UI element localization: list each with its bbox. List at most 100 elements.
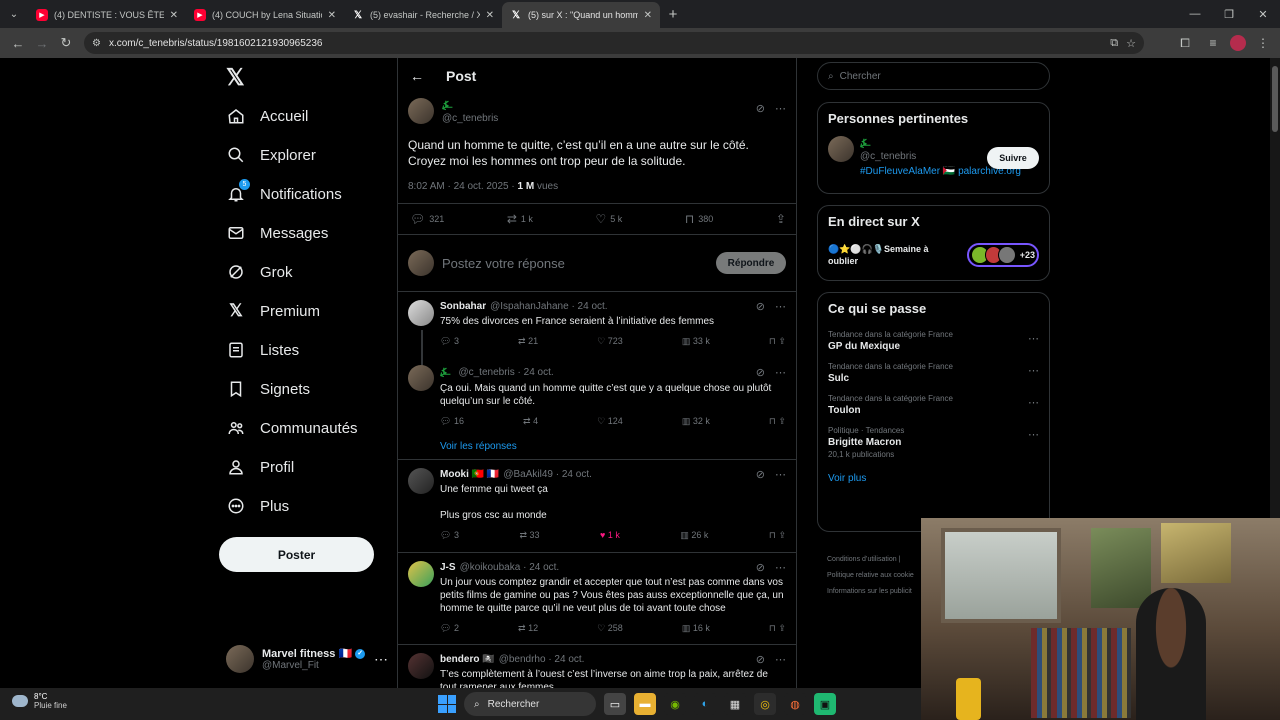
nav-item-explorer[interactable]: Explorer xyxy=(226,141,316,169)
views-action[interactable]: ▥ 32 k xyxy=(682,416,710,427)
repost-action[interactable]: ⇄ 33 xyxy=(519,530,539,541)
reply-author-name[interactable]: J-S xyxy=(440,562,456,573)
reply-action[interactable]: 💬︎ 16 xyxy=(440,416,464,427)
close-tab-icon[interactable]: ✕ xyxy=(644,10,652,21)
store-icon[interactable]: ▦ xyxy=(724,693,746,715)
profile-avatar[interactable] xyxy=(1230,35,1246,51)
avatar[interactable] xyxy=(408,653,434,679)
nav-item-notifications[interactable]: 5 Notifications xyxy=(226,179,342,208)
nav-item-listes[interactable]: Listes xyxy=(226,336,299,364)
grok-icon[interactable]: ⊘ xyxy=(756,561,765,574)
reply-button[interactable]: Répondre xyxy=(716,252,786,274)
close-window-icon[interactable]: ✕ xyxy=(1246,8,1280,21)
minimize-icon[interactable]: — xyxy=(1178,8,1212,21)
footer-link[interactable]: Conditions d’utilisation | xyxy=(827,552,927,568)
grok-icon[interactable]: ⊘ xyxy=(756,653,765,666)
more-icon[interactable]: ⋯ xyxy=(775,300,786,313)
repost-action[interactable]: ⇄ 1 k xyxy=(507,212,533,226)
bookmark-star-icon[interactable]: ☆ xyxy=(1126,37,1136,50)
new-tab-button[interactable]: + xyxy=(660,6,686,23)
reply-action[interactable]: 💬︎ 3 xyxy=(440,336,459,347)
reply-author-name[interactable]: Sonbahar xyxy=(440,301,486,312)
reply-item[interactable]: Sonbahar @IspahanJahane · 24 oct. ⊘ ⋯ 75% d… xyxy=(408,300,786,347)
views-action[interactable]: ▥ 26 k xyxy=(680,530,708,541)
app-icon[interactable]: ▣ xyxy=(814,693,836,715)
avatar[interactable] xyxy=(828,136,854,162)
nav-item-plus[interactable]: Plus xyxy=(226,492,289,520)
task-view-icon[interactable]: ▭ xyxy=(604,693,626,715)
reply-author-handle[interactable]: @IspahanJahane · 24 oct. xyxy=(490,301,607,312)
more-icon[interactable]: ⋯ xyxy=(374,651,388,668)
reply-author-handle[interactable]: @BaAkil49 · 24 oct. xyxy=(503,469,592,480)
install-app-icon[interactable]: ⧉ xyxy=(1110,37,1118,50)
nav-item-messages[interactable]: Messages xyxy=(226,219,328,247)
author-handle[interactable]: @c_tenebris xyxy=(442,113,498,124)
grok-icon[interactable]: ⊘ xyxy=(756,300,765,313)
avatar[interactable] xyxy=(408,365,434,391)
avatar[interactable] xyxy=(408,561,434,587)
more-icon[interactable]: ⋯ xyxy=(775,366,786,379)
reply-item[interactable]: ⍼ @c_tenebris · 24 oct. ⊘ ⋯ Ça oui. Mais qu… xyxy=(408,365,786,427)
nvidia-icon[interactable]: ◉ xyxy=(664,693,686,715)
bookmark-icon[interactable]: ⊓ ⇪ xyxy=(769,530,786,541)
reply-author-handle[interactable]: @koikoubaka · 24 oct. xyxy=(460,562,560,573)
reply-action[interactable]: 💬︎ 321 xyxy=(410,212,444,226)
browser-tab[interactable]: ▶ (4) COUCH by Lena Situations ✕ xyxy=(186,2,344,28)
footer-link[interactable]: Politique relative aux cookie xyxy=(827,568,927,584)
grok-icon[interactable]: ⊘ xyxy=(756,102,765,115)
forward-icon[interactable]: → xyxy=(30,31,54,55)
firefox-icon[interactable]: ◍ xyxy=(784,693,806,715)
more-icon[interactable]: ⋯ xyxy=(775,561,786,574)
trend-item[interactable]: Tendance dans la catégorie France Toulon… xyxy=(828,394,1039,416)
share-action[interactable]: ⇪ xyxy=(776,212,786,226)
url-text[interactable]: x.com/c_tenebris/status/1981602121930965… xyxy=(109,38,1102,49)
nav-item-premium[interactable]: 𝕏 Premium xyxy=(226,297,320,325)
back-arrow-icon[interactable]: ← xyxy=(410,68,424,84)
address-bar[interactable]: ⚙ x.com/c_tenebris/status/19816021219309… xyxy=(84,32,1144,54)
maximize-icon[interactable]: ❐ xyxy=(1212,8,1246,21)
like-action[interactable]: ♡ 723 xyxy=(597,336,623,347)
more-icon[interactable]: ⋯ xyxy=(775,102,786,115)
avatar[interactable] xyxy=(408,98,434,124)
reply-item[interactable]: Mooki 🇵🇹 🇫🇷 @BaAkil49 · 24 oct. ⊘ ⋯ Une fem… xyxy=(408,468,786,541)
trend-item[interactable]: Politique · Tendances Brigitte Macron 20… xyxy=(828,426,1039,459)
avatar[interactable] xyxy=(408,468,434,494)
browser-tab[interactable]: 𝕏 (5) evashair - Recherche / X ✕ xyxy=(344,2,502,28)
bio-hashtag[interactable]: #DuFleuveAlaMer xyxy=(860,166,940,177)
x-logo-icon[interactable]: 𝕏 xyxy=(226,64,245,91)
bookmark-icon[interactable]: ⊓ ⇪ xyxy=(769,623,786,634)
nav-item-signets[interactable]: Signets xyxy=(226,375,310,403)
more-icon[interactable]: ⋯ xyxy=(1028,332,1039,345)
grok-icon[interactable]: ⊘ xyxy=(756,468,765,481)
reply-item[interactable]: bendero 🏴‍☠️ @bendrho · 24 oct. ⊘ ⋯ T’es co… xyxy=(408,653,786,688)
more-icon[interactable]: ⋯ xyxy=(1028,396,1039,409)
edge-icon[interactable]: ◐ xyxy=(694,693,716,715)
scrollbar-thumb[interactable] xyxy=(1272,66,1278,132)
nav-item-communautes[interactable]: Communautés xyxy=(226,414,358,442)
like-action[interactable]: ♡ 5 k xyxy=(596,212,623,226)
menu-icon[interactable]: ⋮ xyxy=(1252,36,1274,50)
avatar[interactable] xyxy=(408,300,434,326)
browser-tab[interactable]: ▶ (4) DENTISTE : VOUS ÊTES SALE ✕ xyxy=(28,2,186,28)
tab-search-button[interactable]: ⌄ xyxy=(0,0,28,28)
reply-action[interactable]: 💬︎ 3 xyxy=(440,530,459,541)
reading-list-icon[interactable]: ≡ xyxy=(1202,36,1224,50)
reply-author-handle[interactable]: @bendrho · 24 oct. xyxy=(499,654,585,665)
more-icon[interactable]: ⋯ xyxy=(1028,364,1039,377)
repost-action[interactable]: ⇄ 12 xyxy=(518,623,538,634)
start-menu-icon[interactable] xyxy=(438,695,456,713)
reload-icon[interactable]: ↻ xyxy=(54,31,78,55)
bookmark-icon[interactable]: ⊓ ⇪ xyxy=(769,416,786,427)
like-action[interactable]: ♡ 258 xyxy=(597,623,623,634)
nav-item-profil[interactable]: Profil xyxy=(226,453,294,481)
reply-author-name[interactable]: Mooki 🇵🇹 🇫🇷 xyxy=(440,469,499,480)
extensions-icon[interactable]: ⧠ xyxy=(1174,36,1196,51)
more-icon[interactable]: ⋯ xyxy=(775,653,786,666)
reply-item[interactable]: J-S @koikoubaka · 24 oct. ⊘ ⋯ Un jour vous … xyxy=(408,561,786,634)
close-tab-icon[interactable]: ✕ xyxy=(170,10,178,21)
bookmark-action[interactable]: ⊓ 380 xyxy=(685,212,713,226)
like-action[interactable]: ♡ 124 xyxy=(597,416,623,427)
see-more-link[interactable]: Voir plus xyxy=(828,473,1039,484)
back-icon[interactable]: ← xyxy=(6,31,30,55)
close-tab-icon[interactable]: ✕ xyxy=(328,10,336,21)
